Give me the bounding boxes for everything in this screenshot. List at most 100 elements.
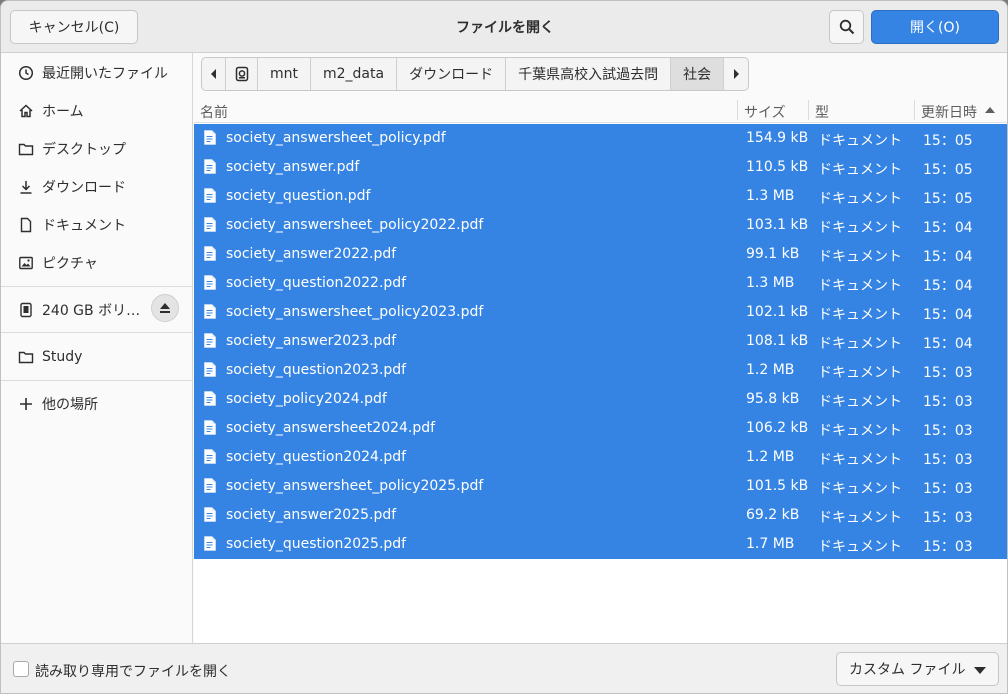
column-divider xyxy=(808,100,809,120)
file-row[interactable]: society_answer2022.pdf 99.1 kB ドキュメント 15：04 xyxy=(194,240,1007,269)
path-scroll-left-button[interactable] xyxy=(202,58,226,90)
pdf-file-icon xyxy=(204,449,216,464)
readonly-checkbox[interactable] xyxy=(13,661,29,677)
file-row[interactable]: society_policy2024.pdf 95.8 kB ドキュメント 15：03 xyxy=(194,385,1007,414)
clock-icon xyxy=(18,65,34,81)
open-button[interactable]: 開く(O) xyxy=(871,10,999,44)
file-row[interactable]: society_question2025.pdf 1.7 MB ドキュメント 15：0… xyxy=(194,530,1007,559)
sidebar-item-label: 最近開いたファイル xyxy=(42,66,168,82)
pdf-file-icon xyxy=(204,391,216,406)
chevron-left-icon xyxy=(210,69,216,79)
file-row[interactable]: society_answersheet_policy2023.pdf 102.1 … xyxy=(194,298,1007,327)
file-row[interactable]: society_answersheet_policy2025.pdf 101.5 … xyxy=(194,472,1007,501)
sidebar-item-label: 他の場所 xyxy=(42,397,98,413)
path-crumb-current[interactable]: 社会 xyxy=(671,58,725,90)
file-row[interactable]: society_question.pdf 1.3 MB ドキュメント 15：05 xyxy=(194,182,1007,211)
file-modified: 15：03 xyxy=(923,423,973,439)
sidebar-separator xyxy=(1,286,193,287)
sidebar-item-desktop[interactable]: デスクトップ xyxy=(1,131,193,167)
pdf-file-icon xyxy=(204,362,216,377)
file-size: 106.2 kB xyxy=(746,420,809,436)
download-icon xyxy=(20,181,32,194)
sort-ascending-icon xyxy=(985,107,995,113)
file-type: ドキュメント xyxy=(818,162,902,178)
pdf-file-icon xyxy=(204,333,216,348)
file-name: society_answer2025.pdf xyxy=(226,507,397,523)
sidebar-item-other-locations[interactable]: 他の場所 xyxy=(1,386,193,422)
file-row[interactable]: society_question2023.pdf 1.2 MB ドキュメント 15：0… xyxy=(194,356,1007,385)
file-size: 108.1 kB xyxy=(746,333,809,349)
file-type: ドキュメント xyxy=(818,220,902,236)
file-name: society_answersheet_policy.pdf xyxy=(226,130,446,146)
file-name: society_question2023.pdf xyxy=(226,362,407,378)
file-name: society_answersheet_policy2025.pdf xyxy=(226,478,484,494)
sidebar-item-label: 240 GB ボリ… xyxy=(42,303,141,319)
file-size: 69.2 kB xyxy=(746,507,800,523)
file-row[interactable]: society_question2022.pdf 1.3 MB ドキュメント 15：0… xyxy=(194,269,1007,298)
file-row[interactable]: society_answersheet_policy.pdf 154.9 kB ドキ… xyxy=(194,124,1007,153)
file-modified: 15：05 xyxy=(923,191,973,207)
file-row[interactable]: society_answer2023.pdf 108.1 kB ドキュメント 15：0… xyxy=(194,327,1007,356)
file-type: ドキュメント xyxy=(818,539,902,555)
file-row[interactable]: society_answer.pdf 110.5 kB ドキュメント 15：05 xyxy=(194,153,1007,182)
readonly-checkbox-label[interactable]: 読み取り専用でファイルを開く xyxy=(35,661,231,681)
dropdown-arrow-icon xyxy=(974,667,986,674)
search-button[interactable] xyxy=(829,10,864,44)
file-row[interactable]: society_answersheet_policy2022.pdf 103.1 … xyxy=(194,211,1007,240)
sidebar-item-label: ドキュメント xyxy=(42,218,126,234)
chevron-right-icon xyxy=(734,69,740,79)
sidebar-separator xyxy=(1,380,193,381)
file-size: 110.5 kB xyxy=(746,159,809,175)
file-type: ドキュメント xyxy=(818,423,902,439)
sidebar-item-recent[interactable]: 最近開いたファイル xyxy=(1,55,193,91)
path-crumb-m2-data[interactable]: m2_data xyxy=(311,58,398,90)
sidebar-item-pictures[interactable]: ピクチャ xyxy=(1,245,193,281)
sidebar-item-documents[interactable]: ドキュメント xyxy=(1,207,193,243)
pdf-file-icon xyxy=(204,130,216,145)
file-name: society_answersheet_policy2023.pdf xyxy=(226,304,484,320)
home-icon xyxy=(19,104,33,118)
file-name: society_answer2023.pdf xyxy=(226,333,397,349)
path-scroll-right-button[interactable] xyxy=(724,58,748,90)
file-type: ドキュメント xyxy=(818,307,902,323)
sidebar-item-study[interactable]: Study xyxy=(1,339,193,375)
pdf-file-icon xyxy=(204,304,216,319)
file-type: ドキュメント xyxy=(818,481,902,497)
sidebar-item-label: ホーム xyxy=(42,104,84,120)
file-modified: 15：03 xyxy=(923,452,973,468)
sidebar-item-home[interactable]: ホーム xyxy=(1,93,193,129)
file-type: ドキュメント xyxy=(818,133,902,149)
file-modified: 15：03 xyxy=(923,510,973,526)
sidebar-item-label: ダウンロード xyxy=(42,180,126,196)
path-crumb-downloads[interactable]: ダウンロード xyxy=(397,58,507,90)
file-type: ドキュメント xyxy=(818,336,902,352)
file-modified: 15：03 xyxy=(923,394,973,410)
file-filter-dropdown[interactable]: カスタム ファイル xyxy=(836,652,999,686)
file-modified: 15：04 xyxy=(923,278,973,294)
file-size: 103.1 kB xyxy=(746,217,809,233)
column-divider xyxy=(737,100,738,120)
pdf-file-icon xyxy=(204,478,216,493)
file-size: 99.1 kB xyxy=(746,246,800,262)
cancel-button[interactable]: キャンセル(C) xyxy=(10,10,138,44)
file-row[interactable]: society_answersheet2024.pdf 106.2 kB ドキュメン… xyxy=(194,414,1007,443)
column-divider xyxy=(914,100,915,120)
path-crumb-chiba-exams[interactable]: 千葉県高校入試過去問 xyxy=(506,58,672,90)
eject-button[interactable] xyxy=(151,294,179,322)
file-modified: 15：05 xyxy=(923,162,973,178)
sidebar-separator xyxy=(1,332,193,333)
file-row[interactable]: society_answer2025.pdf 69.2 kB ドキュメント 15：03 xyxy=(194,501,1007,530)
path-crumb-mnt[interactable]: mnt xyxy=(258,58,311,90)
column-header-size[interactable]: サイズ xyxy=(744,102,786,122)
file-row[interactable]: society_question2024.pdf 1.2 MB ドキュメント 15：0… xyxy=(194,443,1007,472)
sidebar-item-downloads[interactable]: ダウンロード xyxy=(1,169,193,205)
column-header-type[interactable]: 型 xyxy=(815,102,829,122)
column-header-name[interactable]: 名前 xyxy=(200,102,228,122)
pdf-file-icon xyxy=(204,507,216,522)
file-name: society_answersheet_policy2022.pdf xyxy=(226,217,484,233)
file-type: ドキュメント xyxy=(818,394,902,410)
path-root-button[interactable] xyxy=(226,58,258,90)
column-header-modified[interactable]: 更新日時 xyxy=(921,102,977,122)
sidebar-item-label: デスクトップ xyxy=(42,142,126,158)
header-bar: キャンセル(C) ファイルを開く 開く(O) xyxy=(1,1,1007,53)
